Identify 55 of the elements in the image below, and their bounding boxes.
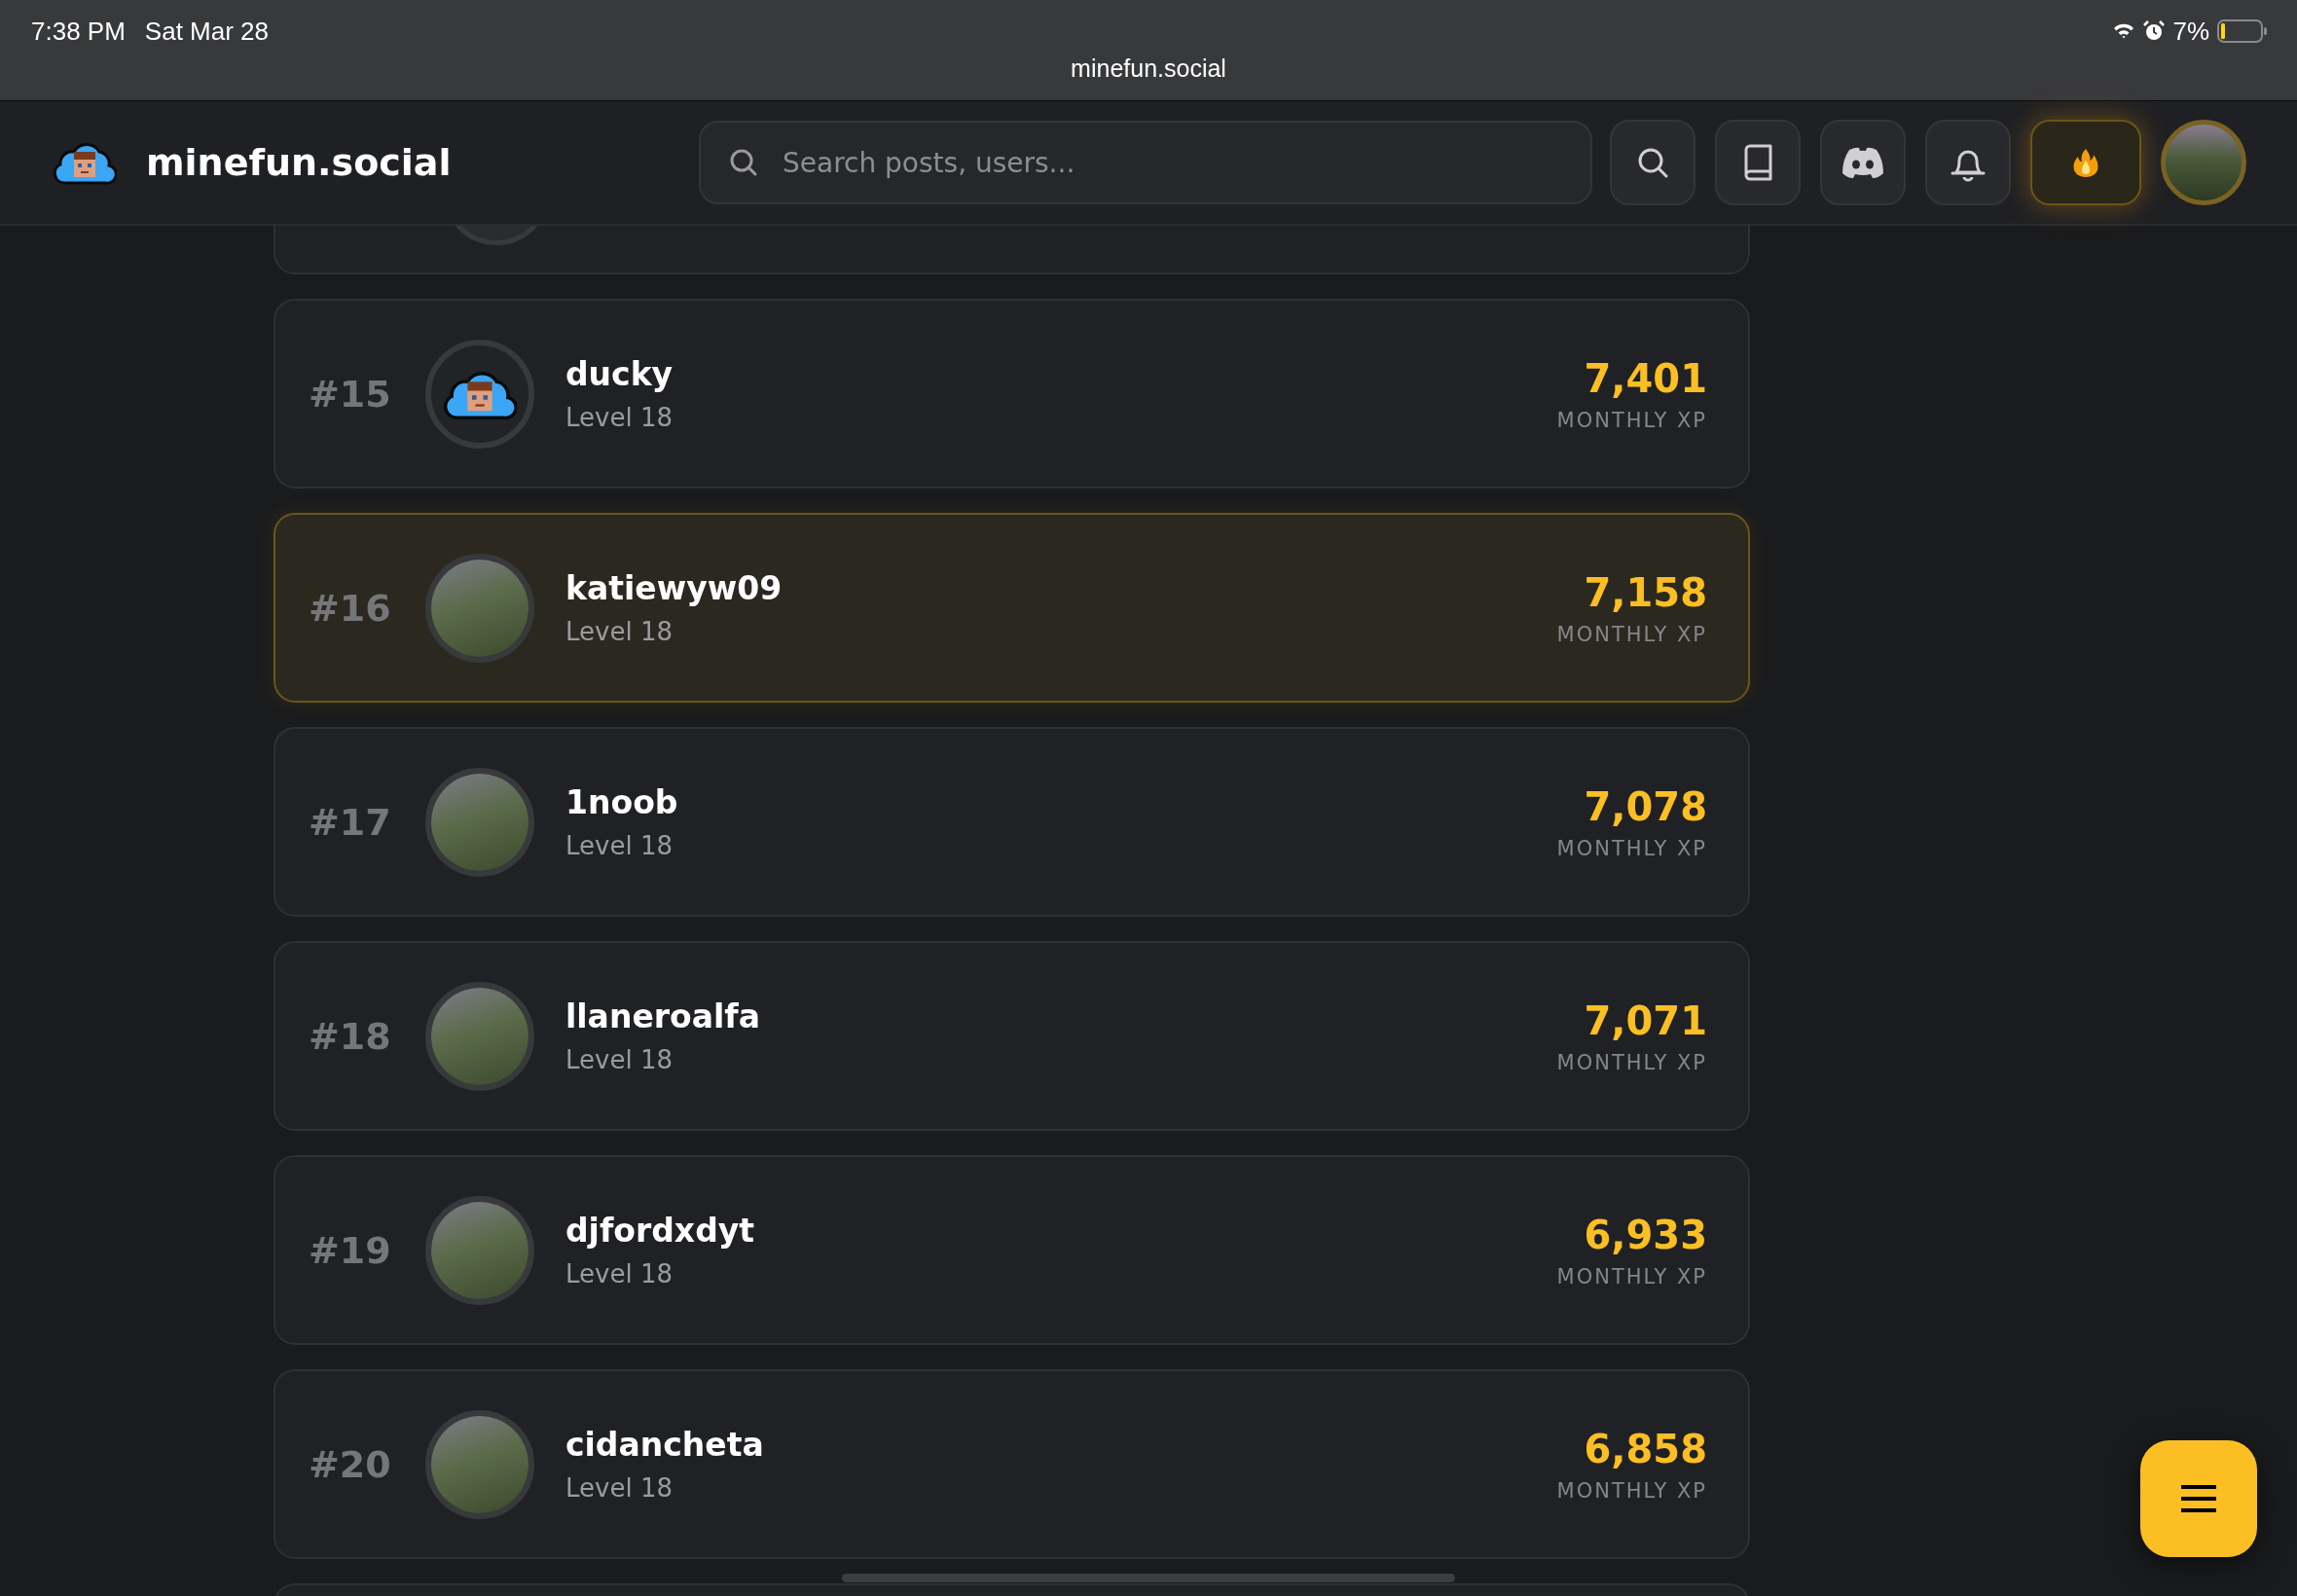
xp-label: MONTHLY XP xyxy=(1556,836,1707,860)
rank: #15 xyxy=(309,372,392,416)
username[interactable]: cidancheta xyxy=(565,1426,1557,1464)
rank: #20 xyxy=(309,1442,392,1486)
xp-value: 7,078 xyxy=(1584,783,1707,829)
username[interactable]: ducky xyxy=(565,355,1557,393)
book-button[interactable] xyxy=(1715,120,1801,205)
flame-icon xyxy=(2072,147,2099,178)
user-level: Level 18 xyxy=(565,1045,674,1074)
status-time: 7:38 PM xyxy=(31,16,126,47)
menu-button[interactable] xyxy=(2140,1440,2257,1557)
search-button[interactable] xyxy=(1610,120,1695,205)
page-url[interactable]: minefun.social xyxy=(1071,54,1226,83)
chat-button[interactable] xyxy=(1820,120,1906,205)
rank: #18 xyxy=(309,1014,392,1058)
status-date: Sat Mar 28 xyxy=(144,16,269,47)
leaderboard-row[interactable]: #19 djfordxdyt Level 18 6,933 MONTHLY XP xyxy=(273,1155,1750,1345)
xp-value: 7,071 xyxy=(1584,998,1707,1043)
user-level: Level 18 xyxy=(565,831,674,860)
streak-button[interactable] xyxy=(2030,120,2141,205)
xp-label: MONTHLY XP xyxy=(1556,622,1707,646)
battery-icon xyxy=(2217,19,2268,43)
rank: #17 xyxy=(309,800,392,844)
username[interactable]: djfordxdyt xyxy=(565,1212,1557,1250)
wifi-icon xyxy=(2112,22,2136,40)
leaderboard-row[interactable]: #15 ducky Level 18 7,401 MONTHLY XP xyxy=(273,299,1750,489)
user-level: Level 18 xyxy=(565,1473,674,1503)
site-name[interactable]: minefun.social xyxy=(146,141,452,184)
menu-icon xyxy=(2181,1485,2216,1512)
username[interactable]: 1noob xyxy=(565,783,1557,821)
game-controller-icon xyxy=(1841,146,1885,179)
alarm-clock-icon xyxy=(2143,20,2166,42)
xp-label: MONTHLY XP xyxy=(1556,408,1707,432)
leaderboard-row[interactable]: #16 katiewyw09 Level 18 7,158 MONTHLY XP xyxy=(273,513,1750,703)
xp-value: 6,933 xyxy=(1584,1212,1707,1257)
username[interactable]: katiewyw09 xyxy=(565,569,1557,607)
xp-value: 7,158 xyxy=(1584,569,1707,615)
username[interactable]: llaneroalfa xyxy=(565,998,1557,1035)
user-level: Level 18 xyxy=(565,617,674,646)
xp-value: 7,401 xyxy=(1584,355,1707,401)
xp-value: 6,858 xyxy=(1584,1426,1707,1471)
battery-percentage: 7% xyxy=(2172,16,2209,47)
rank: #19 xyxy=(309,1228,392,1272)
leaderboard-row[interactable]: #18 llaneroalfa Level 18 7,071 MONTHLY XP xyxy=(273,941,1750,1131)
rank: #16 xyxy=(309,586,392,630)
notifications-button[interactable] xyxy=(1925,120,2011,205)
user-level: Level 18 xyxy=(565,403,674,432)
user-level: Level 18 xyxy=(565,1259,674,1288)
xp-label: MONTHLY XP xyxy=(1556,1050,1707,1074)
xp-label: MONTHLY XP xyxy=(1556,1478,1707,1503)
search-field[interactable]: Search posts, users... xyxy=(699,121,1592,204)
xp-label: MONTHLY XP xyxy=(1556,1264,1707,1288)
book-icon xyxy=(1742,144,1773,181)
leaderboard-row[interactable]: #17 1noob Level 18 7,078 MONTHLY XP xyxy=(273,727,1750,917)
leaderboard-row[interactable]: #20 cidancheta Level 18 6,858 MONTHLY XP xyxy=(273,1369,1750,1559)
